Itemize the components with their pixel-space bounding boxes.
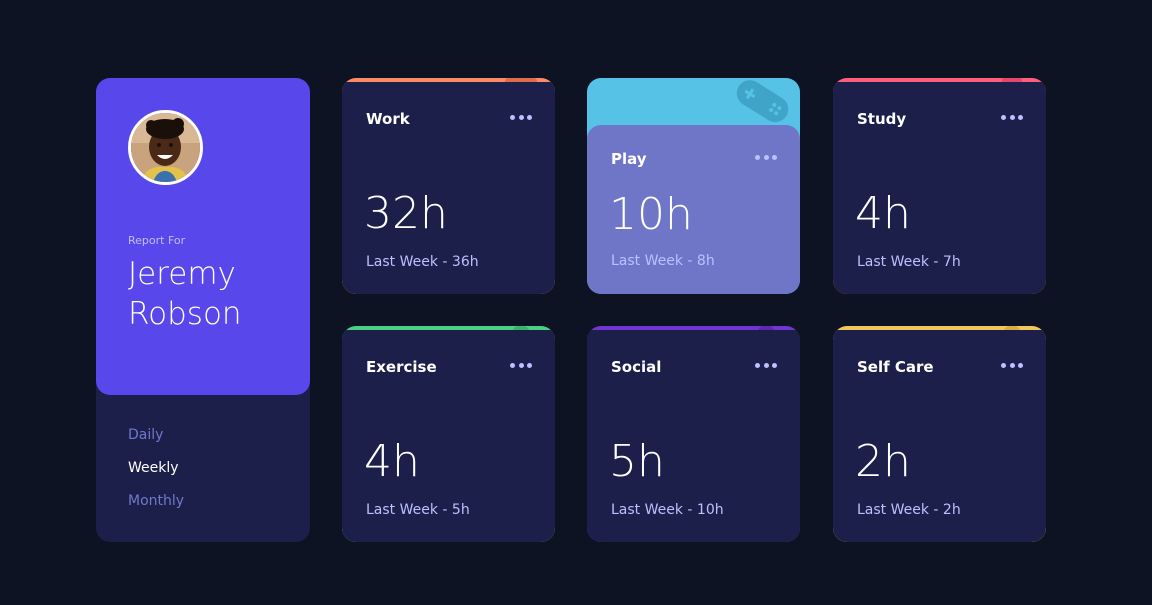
ellipsis-icon[interactable] — [755, 150, 777, 164]
card-title: Social — [611, 358, 662, 376]
period-selector: Daily Weekly Monthly — [128, 426, 184, 525]
card-body: Work 32h Last Week - 36h — [342, 82, 555, 294]
card-title: Self Care — [857, 358, 934, 376]
card-play[interactable]: Play 10h Last Week - 8h — [587, 78, 800, 294]
card-self-care[interactable]: Self Care 2h Last Week - 2h — [833, 326, 1046, 542]
card-title: Exercise — [366, 358, 437, 376]
period-daily[interactable]: Daily — [128, 426, 184, 459]
card-social[interactable]: Social 5h Last Week - 10h — [587, 326, 800, 542]
card-title: Study — [857, 110, 907, 128]
period-weekly[interactable]: Weekly — [128, 459, 184, 492]
ellipsis-icon[interactable] — [510, 358, 532, 372]
report-for-label: Report For — [128, 234, 186, 247]
card-hours: 10h — [609, 189, 693, 240]
ellipsis-icon[interactable] — [1001, 358, 1023, 372]
period-monthly[interactable]: Monthly — [128, 492, 184, 525]
card-title: Play — [611, 150, 647, 168]
ellipsis-icon[interactable] — [510, 110, 532, 124]
card-previous: Last Week - 8h — [611, 253, 715, 269]
card-hours: 4h — [855, 188, 911, 239]
profile-card: Report For Jeremy Robson Daily Weekly Mo… — [96, 78, 310, 542]
card-exercise[interactable]: Exercise 4h Last Week - 5h — [342, 326, 555, 542]
time-tracking-dashboard: Report For Jeremy Robson Daily Weekly Mo… — [96, 78, 1046, 542]
user-name: Jeremy Robson — [128, 256, 242, 332]
profile-header: Report For Jeremy Robson — [96, 78, 310, 395]
card-work[interactable]: Work 32h Last Week - 36h — [342, 78, 555, 294]
card-body: Self Care 2h Last Week - 2h — [833, 330, 1046, 542]
card-previous: Last Week - 36h — [366, 254, 479, 270]
card-body: Play 10h Last Week - 8h — [587, 125, 800, 294]
card-title: Work — [366, 110, 410, 128]
card-body: Social 5h Last Week - 10h — [587, 330, 800, 542]
card-hours: 32h — [364, 188, 448, 239]
gamepad-icon — [736, 80, 789, 123]
card-hours: 2h — [855, 436, 911, 487]
card-previous: Last Week - 2h — [857, 502, 961, 518]
card-previous: Last Week - 5h — [366, 502, 470, 518]
card-study[interactable]: Study 4h Last Week - 7h — [833, 78, 1046, 294]
card-previous: Last Week - 10h — [611, 502, 724, 518]
ellipsis-icon[interactable] — [1001, 110, 1023, 124]
ellipsis-icon[interactable] — [755, 358, 777, 372]
card-hours: 5h — [609, 436, 665, 487]
card-previous: Last Week - 7h — [857, 254, 961, 270]
card-body: Exercise 4h Last Week - 5h — [342, 330, 555, 542]
card-body: Study 4h Last Week - 7h — [833, 82, 1046, 294]
card-hours: 4h — [364, 436, 420, 487]
avatar — [128, 110, 203, 185]
